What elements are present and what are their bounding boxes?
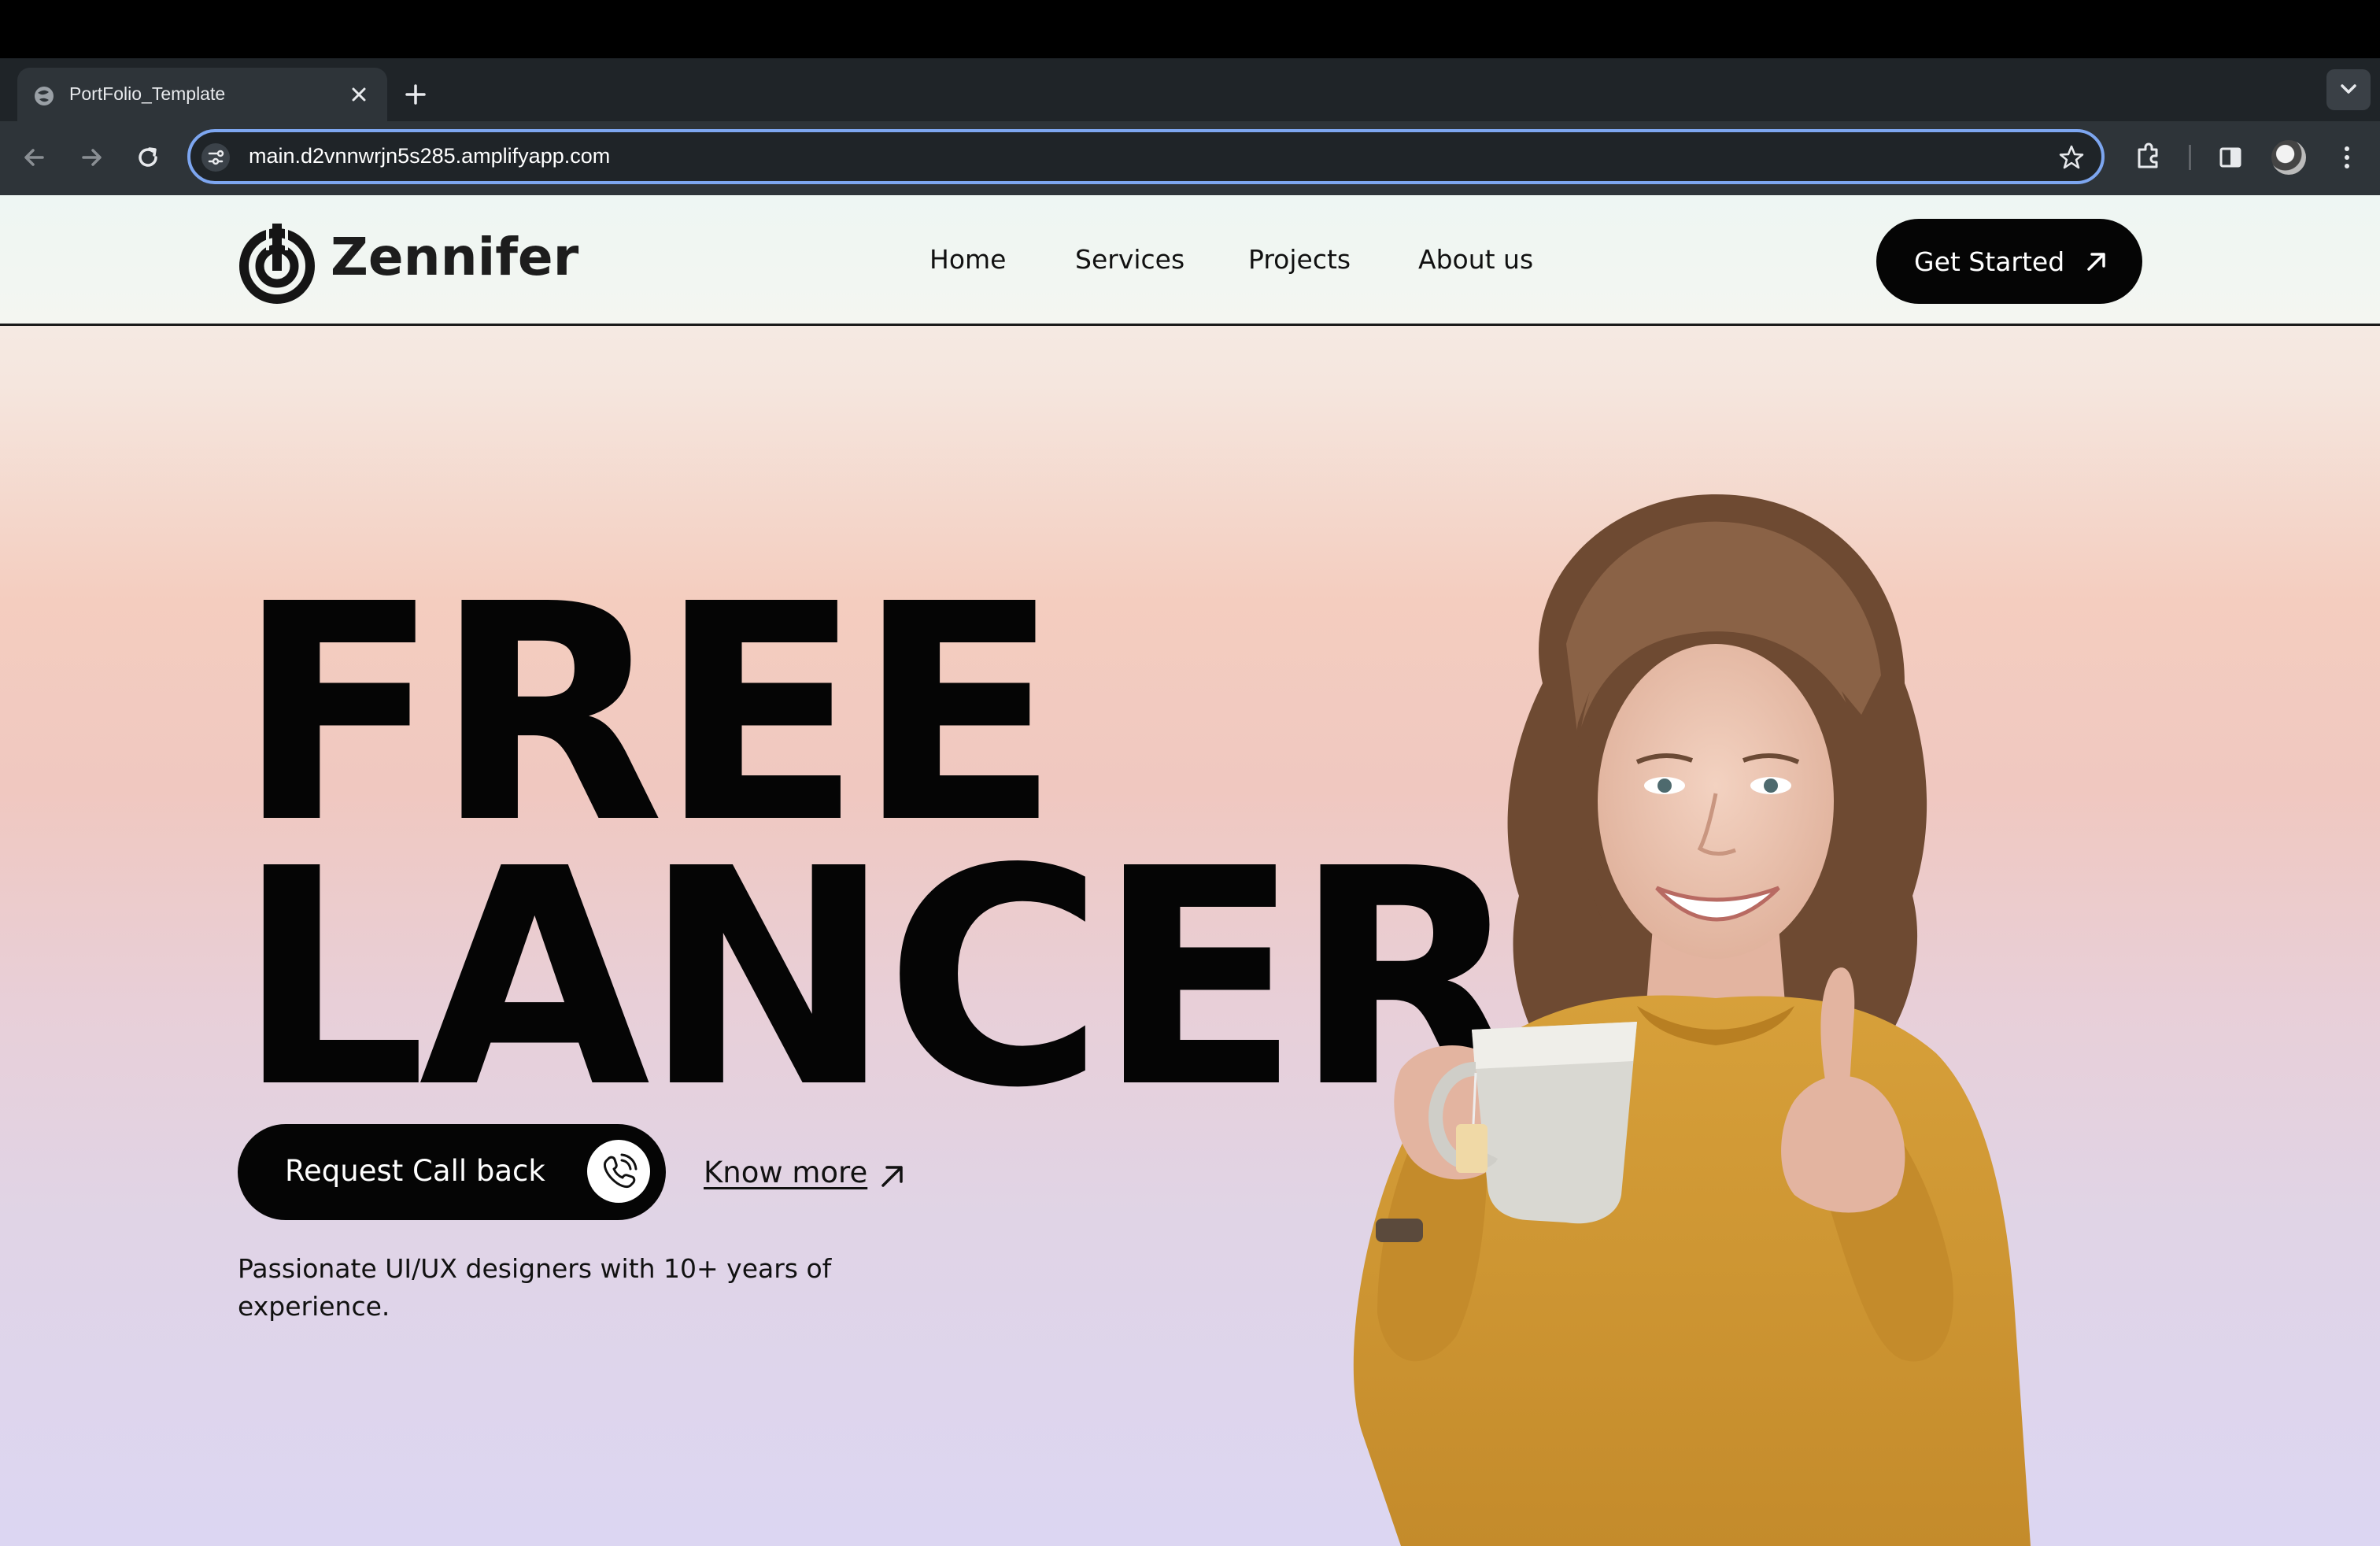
phone-icon xyxy=(603,1153,638,1189)
star-icon[interactable] xyxy=(2056,142,2087,173)
arrow-right-icon[interactable] xyxy=(72,139,110,176)
get-started-label: Get Started xyxy=(1914,246,2065,277)
browser-window: PortFolio_Template main.d2vnnwrjn5s285.a… xyxy=(0,0,2380,1546)
nav-home[interactable]: Home xyxy=(929,244,1006,275)
hero-person-image xyxy=(1353,494,2031,1546)
url-text: main.d2vnnwrjn5s285.amplifyapp.com xyxy=(249,144,611,168)
request-call-back-label: Request Call back xyxy=(285,1154,545,1188)
address-bar[interactable]: main.d2vnnwrjn5s285.amplifyapp.com xyxy=(187,129,2105,184)
brand-name[interactable]: Zennifer xyxy=(331,227,578,287)
tab-strip: PortFolio_Template xyxy=(0,58,2380,121)
brand-logo-icon[interactable] xyxy=(236,222,318,304)
plus-icon[interactable] xyxy=(398,77,433,112)
know-more-link[interactable]: Know more xyxy=(704,1156,867,1189)
toolbar-divider xyxy=(2189,145,2191,170)
tab-title: PortFolio_Template xyxy=(69,83,226,104)
nav-projects[interactable]: Projects xyxy=(1248,244,1351,275)
tab-search-button[interactable] xyxy=(2326,69,2371,110)
reload-icon[interactable] xyxy=(129,139,167,176)
side-panel-icon[interactable] xyxy=(2212,139,2249,176)
close-icon[interactable] xyxy=(346,82,371,107)
puzzle-icon[interactable] xyxy=(2130,139,2168,176)
hero-tagline: Passionate UI/UX designers with 10+ year… xyxy=(238,1253,832,1322)
arrow-up-right-icon[interactable] xyxy=(877,1160,908,1192)
nav-about-us[interactable]: About us xyxy=(1418,244,1533,275)
phone-icon-wrap xyxy=(587,1140,650,1203)
os-top-bar xyxy=(0,0,2380,58)
profile-avatar[interactable] xyxy=(2271,140,2306,175)
site-header: Zennifer Home Services Projects About us… xyxy=(0,195,2380,326)
kebab-icon[interactable] xyxy=(2328,139,2366,176)
nav-services[interactable]: Services xyxy=(1075,244,1184,275)
globe-icon xyxy=(35,87,54,105)
request-call-back-button[interactable]: Request Call back xyxy=(238,1124,666,1220)
browser-toolbar: main.d2vnnwrjn5s285.amplifyapp.com xyxy=(0,121,2380,195)
get-started-button[interactable]: Get Started xyxy=(1876,219,2142,304)
active-tab[interactable]: PortFolio_Template xyxy=(17,68,387,121)
arrow-left-icon[interactable] xyxy=(16,139,54,176)
web-page: Zennifer Home Services Projects About us… xyxy=(0,195,2380,1546)
chevron-down-icon xyxy=(2341,84,2356,94)
arrow-up-right-icon xyxy=(2087,253,2105,271)
tune-icon[interactable] xyxy=(201,143,230,172)
